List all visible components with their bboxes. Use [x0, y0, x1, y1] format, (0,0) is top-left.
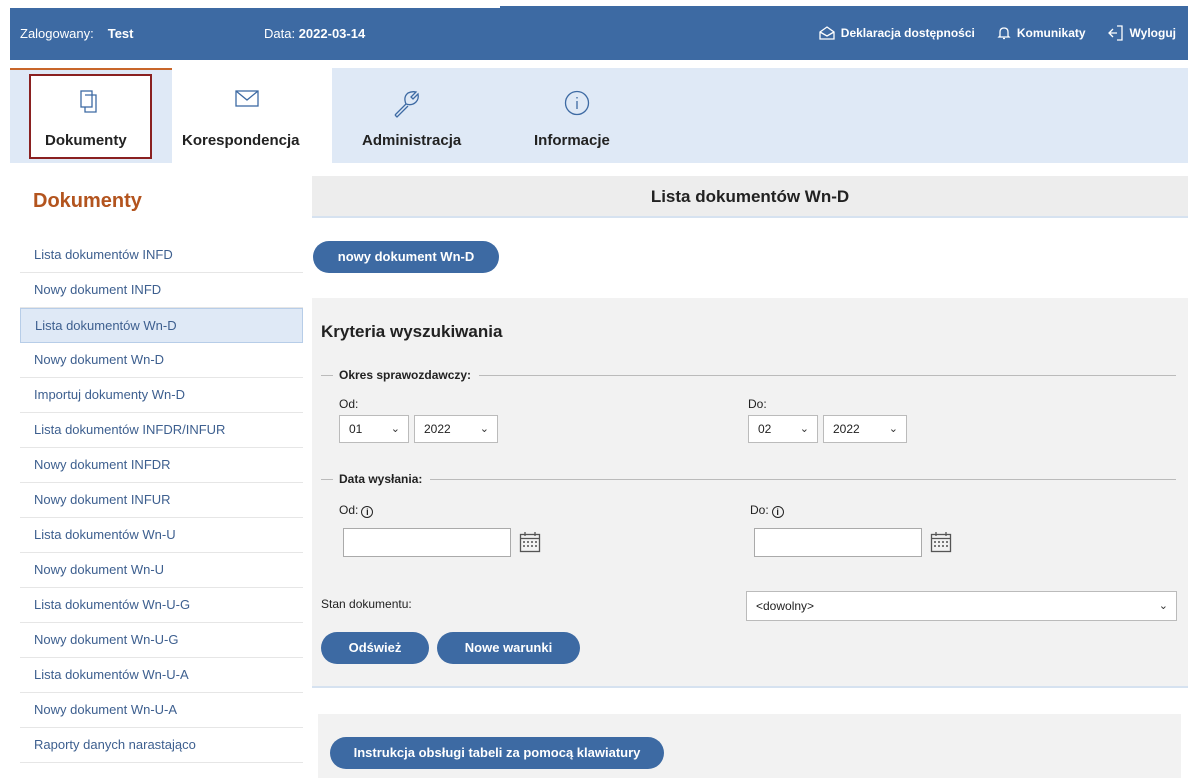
sidebar-item-wnua-new[interactable]: Nowy dokument Wn-U-A [20, 693, 303, 728]
page-title: Lista dokumentów Wn-D [312, 176, 1188, 218]
sidebar-item-infur-new[interactable]: Nowy dokument INFUR [20, 483, 303, 518]
sent-to-label-text: Do: [750, 503, 769, 517]
new-conditions-button[interactable]: Nowe warunki [437, 632, 580, 664]
nav-accent-line [10, 68, 172, 70]
sidebar-item-wnu-list[interactable]: Lista dokumentów Wn-U [20, 518, 303, 553]
calendar-icon[interactable] [519, 531, 541, 553]
top-accent-line [10, 6, 500, 8]
period-to-year-value: 2022 [833, 422, 860, 436]
legend-line [321, 478, 333, 480]
legend-line [321, 374, 333, 376]
tab-administration-label: Administracja [362, 132, 462, 149]
refresh-button[interactable]: Odśwież [321, 632, 429, 664]
sidebar-item-wnd-new[interactable]: Nowy dokument Wn-D [20, 343, 303, 378]
sidebar-item-infd-list[interactable]: Lista dokumentów INFD [20, 238, 303, 273]
new-document-button[interactable]: nowy dokument Wn-D [313, 241, 499, 273]
messages-link[interactable]: Komunikaty [997, 25, 1086, 41]
tab-administration[interactable]: Administracja [350, 68, 480, 163]
login-label: Zalogowany: [20, 26, 94, 41]
calendar-icon[interactable] [930, 531, 952, 553]
sidebar-item-wnd-list[interactable]: Lista dokumentów Wn-D [20, 308, 303, 343]
chevron-down-icon: ⌄ [888, 423, 898, 435]
period-to-month-select[interactable]: 02 ⌄ [748, 415, 818, 443]
logout-link-label: Wyloguj [1129, 26, 1176, 40]
info-icon[interactable]: i [771, 506, 784, 518]
sidebar-item-wnd-import[interactable]: Importuj dokumenty Wn-D [20, 378, 303, 413]
current-date: Data: 2022-03-14 [264, 26, 365, 41]
period-from-year-value: 2022 [424, 422, 451, 436]
bell-icon [997, 27, 1011, 40]
period-from-label: Od: [339, 397, 359, 411]
sidebar-item-infdr-infur-list[interactable]: Lista dokumentów INFDR/INFUR [20, 413, 303, 448]
accessibility-link[interactable]: Deklaracja dostępności [819, 25, 975, 41]
info-icon [564, 90, 590, 116]
tab-correspondence[interactable]: Korespondencja [172, 68, 332, 163]
sidebar-item-wnu-new[interactable]: Nowy dokument Wn-U [20, 553, 303, 588]
search-panel [312, 298, 1188, 688]
logout-link[interactable]: Wyloguj [1107, 25, 1176, 41]
sidebar-item-infd-new[interactable]: Nowy dokument INFD [20, 273, 303, 308]
period-from-year-select[interactable]: 2022 ⌄ [414, 415, 498, 443]
status-label: Stan dokumentu: [321, 597, 412, 611]
sidebar-menu: Lista dokumentów INFD Nowy dokument INFD… [20, 238, 303, 763]
sidebar-item-infdr-new[interactable]: Nowy dokument INFDR [20, 448, 303, 483]
sidebar-item-wnug-list[interactable]: Lista dokumentów Wn-U-G [20, 588, 303, 623]
chevron-down-icon: ⌄ [1158, 600, 1168, 612]
tab-documents[interactable]: Dokumenty [10, 68, 172, 163]
period-legend-text: Okres sprawozdawczy: [339, 368, 472, 382]
sidebar-item-wnua-list[interactable]: Lista dokumentów Wn-U-A [20, 658, 303, 693]
top-bar: Zalogowany: Test Data: 2022-03-14 Deklara… [10, 6, 1188, 60]
sent-legend-text: Data wysłania: [339, 472, 423, 486]
status-select-value: <dowolny> [756, 599, 815, 613]
tab-correspondence-label: Korespondencja [182, 132, 300, 149]
period-to-year-select[interactable]: 2022 ⌄ [823, 415, 907, 443]
sent-to-date-input[interactable] [754, 528, 922, 557]
tab-information-label: Informacje [534, 132, 610, 149]
sent-to-label: Do: i [750, 503, 784, 518]
period-fieldset-legend: Okres sprawozdawczy: [321, 368, 1176, 382]
wrench-icon [394, 91, 419, 118]
messages-link-label: Komunikaty [1016, 26, 1086, 40]
logged-in-user: Zalogowany: Test [20, 26, 133, 41]
period-to-label: Do: [748, 397, 767, 411]
top-links: Deklaracja dostępności Komunikaty Wylogu… [819, 25, 1176, 41]
legend-line [430, 478, 1176, 480]
tab-documents-label: Dokumenty [45, 132, 127, 149]
search-title: Kryteria wyszukiwania [321, 322, 503, 341]
accessibility-link-label: Deklaracja dostępności [840, 26, 975, 40]
sidebar-item-reports[interactable]: Raporty danych narastająco [20, 728, 303, 763]
keyboard-instructions-button[interactable]: Instrukcja obsługi tabeli za pomocą klaw… [330, 737, 664, 769]
status-select[interactable]: <dowolny> ⌄ [746, 591, 1177, 621]
tab-information[interactable]: Informacje [520, 68, 630, 163]
sent-date-fieldset-legend: Data wysłania: [321, 472, 1176, 486]
legend-line [479, 374, 1176, 376]
chevron-down-icon: ⌄ [799, 423, 809, 435]
sent-from-date-input[interactable] [343, 528, 511, 557]
date-label: Data: [264, 26, 296, 41]
documents-icon [80, 90, 97, 113]
chevron-down-icon: ⌄ [479, 423, 489, 435]
date-value: 2022-03-14 [298, 26, 366, 41]
info-icon[interactable]: i [361, 506, 374, 518]
sidebar-item-wnug-new[interactable]: Nowy dokument Wn-U-G [20, 623, 303, 658]
period-to-month-value: 02 [758, 422, 772, 436]
envelope-icon [235, 90, 259, 107]
top-accent-line-2 [500, 6, 1188, 8]
sent-from-label-text: Od: [339, 503, 359, 517]
chevron-down-icon: ⌄ [390, 423, 400, 435]
sidebar-title: Dokumenty [33, 190, 142, 212]
main-nav: Dokumenty Korespondencja Administracja I… [10, 68, 1188, 163]
period-from-month-value: 01 [349, 422, 363, 436]
logout-icon [1107, 25, 1123, 41]
sent-from-label: Od: i [339, 503, 374, 518]
period-from-month-select[interactable]: 01 ⌄ [339, 415, 409, 443]
user-name: Test [107, 26, 134, 41]
accessibility-envelope-icon [819, 26, 835, 40]
